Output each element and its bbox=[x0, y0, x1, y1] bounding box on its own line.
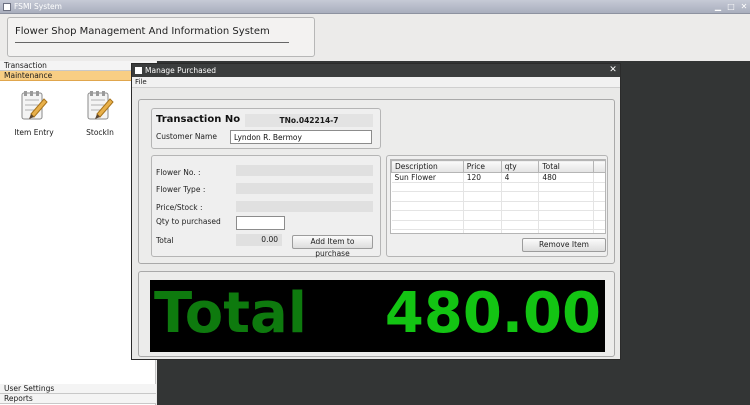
transaction-no-value: TNo.042214-7 bbox=[245, 114, 373, 127]
dialog-icon bbox=[135, 67, 142, 74]
cell-qty: 4 bbox=[501, 172, 540, 183]
table-row[interactable]: Sun Flower 120 4 480 bbox=[391, 172, 605, 183]
customer-name-input[interactable] bbox=[230, 130, 372, 144]
transaction-group: Transaction No TNo.042214-7 Customer Nam… bbox=[151, 108, 381, 149]
total-display-value: 480.00 bbox=[384, 281, 601, 346]
page-title: Flower Shop Management And Information S… bbox=[15, 26, 270, 37]
remove-item-button[interactable]: Remove Item bbox=[522, 238, 606, 252]
stockin-label: StockIn bbox=[86, 128, 114, 137]
manage-purchased-dialog: Manage Purchased ✕ File Transaction No T… bbox=[131, 63, 621, 360]
main-window-titlebar: FSMI System ▁ □ ✕ bbox=[0, 0, 750, 14]
items-table: Description Price qty Total Sun Flower 1… bbox=[391, 160, 605, 233]
dialog-titlebar: Manage Purchased ✕ bbox=[132, 64, 620, 77]
flower-type-label: Flower Type : bbox=[156, 185, 206, 194]
qty-input[interactable] bbox=[236, 216, 285, 230]
column-header-qty[interactable]: qty bbox=[500, 160, 540, 173]
column-header-price[interactable]: Price bbox=[462, 160, 502, 173]
table-row-empty bbox=[391, 191, 605, 202]
nav-header-user-settings[interactable]: User Settings bbox=[0, 384, 156, 394]
flower-no-label: Flower No. : bbox=[156, 168, 201, 177]
maximize-icon[interactable]: □ bbox=[726, 2, 736, 12]
cell-filler bbox=[593, 172, 605, 183]
table-row-empty bbox=[391, 182, 605, 193]
table-header-row: Description Price qty Total bbox=[391, 160, 605, 173]
header-panel: Flower Shop Management And Information S… bbox=[7, 17, 315, 57]
total-display-panel: Total 480.00 bbox=[138, 271, 615, 357]
flower-type-field bbox=[236, 183, 373, 194]
table-row-empty bbox=[391, 220, 605, 230]
app-icon bbox=[3, 3, 11, 11]
cell-total: 480 bbox=[538, 172, 595, 183]
price-stock-field bbox=[236, 201, 373, 212]
column-header-total[interactable]: Total bbox=[538, 160, 595, 173]
purchase-panel: Transaction No TNo.042214-7 Customer Nam… bbox=[138, 99, 615, 264]
qty-label: Qty to purchased bbox=[156, 217, 221, 226]
add-item-button[interactable]: Add Item to purchase bbox=[292, 235, 373, 258]
minimize-icon[interactable]: ▁ bbox=[713, 2, 723, 12]
table-row-empty bbox=[391, 229, 605, 233]
title-underline bbox=[15, 42, 289, 43]
total-display-label: Total bbox=[154, 281, 307, 346]
notepad-pencil-icon bbox=[21, 91, 48, 120]
total-label: Total bbox=[156, 236, 174, 245]
total-display: Total 480.00 bbox=[150, 280, 605, 352]
dialog-title: Manage Purchased bbox=[145, 66, 216, 75]
table-row-empty bbox=[391, 210, 605, 221]
item-entry-label: Item Entry bbox=[14, 128, 54, 137]
menu-file[interactable]: File bbox=[135, 78, 147, 86]
column-header-description[interactable]: Description bbox=[391, 160, 464, 173]
flower-info-group: Flower No. : Flower Type : Price/Stock :… bbox=[151, 155, 381, 258]
items-table-container: Description Price qty Total Sun Flower 1… bbox=[390, 159, 606, 234]
cell-price: 120 bbox=[463, 172, 502, 183]
column-header-filler bbox=[593, 160, 605, 173]
stockin-tile[interactable]: StockIn bbox=[75, 90, 125, 152]
nav-header-reports[interactable]: Reports bbox=[0, 394, 156, 404]
customer-name-label: Customer Name bbox=[156, 132, 217, 141]
close-icon[interactable]: ✕ bbox=[608, 65, 618, 76]
transaction-no-label: Transaction No bbox=[156, 114, 241, 125]
dialog-menubar: File bbox=[132, 77, 620, 88]
notepad-pencil-icon bbox=[87, 91, 114, 120]
cell-description: Sun Flower bbox=[391, 172, 464, 183]
close-icon[interactable]: ✕ bbox=[739, 2, 749, 12]
price-stock-label: Price/Stock : bbox=[156, 203, 203, 212]
subtotal-value: 0.00 bbox=[236, 234, 282, 246]
window-title: FSMI System bbox=[14, 2, 62, 11]
table-row-empty bbox=[391, 201, 605, 212]
flower-no-field bbox=[236, 165, 373, 176]
items-group: Description Price qty Total Sun Flower 1… bbox=[386, 155, 608, 257]
item-entry-tile[interactable]: Item Entry bbox=[9, 90, 59, 152]
